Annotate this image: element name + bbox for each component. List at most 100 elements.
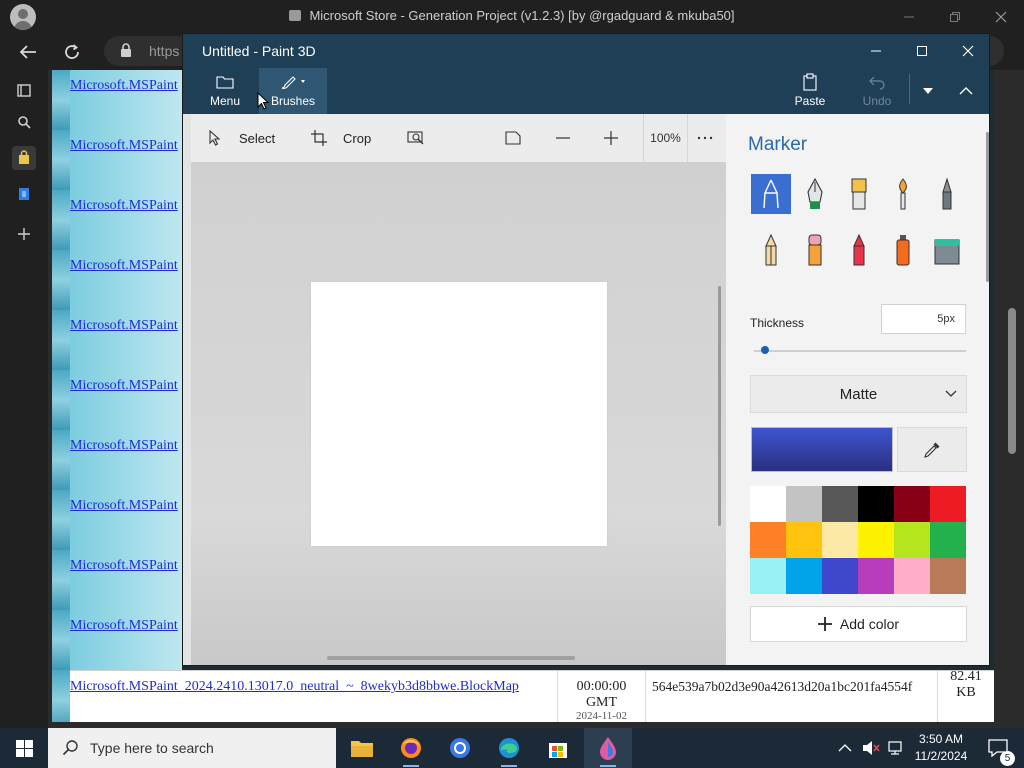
microsoft-store-icon[interactable] [534, 728, 582, 768]
filename-link[interactable]: Microsoft.MSPaint_2024.2410.13017.0_neut… [70, 679, 519, 695]
brush-panel: Marker Thickness 5px Matte Add color [726, 114, 989, 665]
refresh-icon[interactable] [58, 38, 86, 66]
pixel-pen-icon[interactable] [927, 174, 967, 214]
menu-button[interactable]: Menu [203, 68, 247, 114]
view-3d-button[interactable] [503, 114, 523, 162]
chevron-up-icon[interactable] [838, 743, 852, 753]
file-link[interactable]: Microsoft.MSPaint [70, 310, 182, 370]
color-swatch[interactable] [894, 558, 930, 594]
page-scrollbar[interactable] [1000, 70, 1024, 722]
current-color-swatch[interactable] [751, 427, 893, 472]
thickness-slider-knob[interactable] [761, 346, 769, 354]
collapse-ribbon-icon[interactable] [951, 68, 981, 114]
file-explorer-icon[interactable] [338, 728, 386, 768]
office-icon[interactable] [12, 182, 36, 206]
file-link[interactable]: Microsoft.MSPaint [70, 550, 182, 610]
oil-brush-icon[interactable] [839, 174, 879, 214]
color-swatch[interactable] [930, 522, 966, 558]
taskbar-search-box[interactable]: Type here to search [48, 728, 336, 768]
browser-restore-button[interactable] [932, 0, 978, 33]
file-link[interactable]: Microsoft.MSPaint [70, 610, 182, 670]
eraser-icon[interactable] [795, 230, 835, 270]
color-swatch[interactable] [894, 486, 930, 522]
canvas-workspace[interactable] [191, 162, 726, 665]
page-scrollbar-thumb[interactable] [1008, 308, 1016, 454]
address-text: https [149, 43, 180, 59]
undo-button[interactable]: Undo [855, 68, 899, 114]
color-swatch[interactable] [822, 522, 858, 558]
file-link[interactable]: Microsoft.MSPaint [70, 490, 182, 550]
firefox-icon[interactable] [387, 728, 435, 768]
back-arrow-icon[interactable] [14, 38, 42, 66]
fill-bucket-icon[interactable] [927, 230, 967, 270]
select-button[interactable]: Select [205, 114, 275, 162]
color-swatch[interactable] [930, 558, 966, 594]
volume-muted-icon[interactable] [862, 740, 880, 756]
size-unit: KB [956, 685, 976, 700]
search-icon[interactable] [12, 110, 36, 134]
file-link[interactable]: Microsoft.MSPaint [70, 430, 182, 490]
watercolor-icon[interactable] [883, 174, 923, 214]
edge-icon[interactable] [485, 728, 533, 768]
start-button[interactable] [0, 728, 48, 768]
panel-scrollbar[interactable] [986, 132, 989, 282]
color-swatch[interactable] [822, 558, 858, 594]
color-swatch[interactable] [930, 486, 966, 522]
brushes-tab[interactable]: Brushes [259, 68, 327, 114]
canvas-vertical-scrollbar[interactable] [718, 286, 721, 526]
thickness-input[interactable]: 5px [881, 304, 966, 334]
finish-value: Matte [839, 386, 878, 403]
color-swatch[interactable] [822, 486, 858, 522]
color-swatch[interactable] [750, 558, 786, 594]
paint-minimize-button[interactable] [853, 34, 899, 68]
color-swatch[interactable] [750, 522, 786, 558]
paint-close-button[interactable] [945, 34, 989, 68]
zoom-level[interactable]: 100% [643, 114, 688, 162]
more-options-icon[interactable] [697, 114, 713, 162]
color-swatch[interactable] [858, 486, 894, 522]
pencil-icon[interactable] [751, 230, 791, 270]
network-icon[interactable] [888, 740, 906, 756]
finish-dropdown[interactable]: Matte [750, 375, 967, 413]
taskbar-clock[interactable]: 3:50 AM 11/2/2024 [905, 731, 977, 765]
magic-select-button[interactable] [406, 114, 426, 162]
color-swatch[interactable] [786, 486, 822, 522]
drawing-canvas[interactable] [311, 282, 607, 546]
chrome-icon[interactable] [436, 728, 484, 768]
file-link[interactable]: Microsoft.MSPaint [70, 70, 182, 130]
browser-minimize-button[interactable] [886, 0, 932, 33]
paint3d-taskbar-icon[interactable] [584, 728, 632, 768]
paste-button[interactable]: Paste [788, 68, 832, 114]
color-swatch[interactable] [750, 486, 786, 522]
color-swatch[interactable] [858, 558, 894, 594]
notifications-button[interactable]: 5 [980, 728, 1016, 768]
marker-brush-icon[interactable] [751, 174, 791, 214]
shopping-icon[interactable] [12, 146, 36, 170]
calligraphy-pen-icon[interactable] [795, 174, 835, 214]
file-link[interactable]: Microsoft.MSPaint [70, 130, 182, 190]
next-date-text: 2024-11-02 [576, 711, 627, 719]
file-link[interactable]: Microsoft.MSPaint [70, 370, 182, 430]
paint-maximize-button[interactable] [899, 34, 945, 68]
color-swatch[interactable] [786, 522, 822, 558]
crop-button[interactable]: Crop [309, 114, 371, 162]
add-sidebar-icon[interactable] [12, 222, 36, 246]
color-swatch[interactable] [894, 522, 930, 558]
canvas-horizontal-scrollbar[interactable] [327, 656, 575, 660]
browser-close-button[interactable] [978, 0, 1024, 33]
time-text: 00:00:00 [576, 679, 627, 694]
color-swatch[interactable] [786, 558, 822, 594]
zoom-out-button[interactable] [553, 114, 573, 162]
tab-actions-icon[interactable] [12, 78, 36, 102]
crayon-icon[interactable] [839, 230, 879, 270]
eyedropper-button[interactable] [897, 427, 967, 472]
filename-cell: Microsoft.MSPaint_2024.2410.13017.0_neut… [70, 671, 558, 722]
spray-can-icon[interactable] [883, 230, 923, 270]
zoom-in-button[interactable] [601, 114, 621, 162]
file-link[interactable]: Microsoft.MSPaint [70, 250, 182, 310]
history-dropdown-icon[interactable] [913, 68, 943, 114]
thickness-slider[interactable] [754, 346, 966, 354]
color-swatch[interactable] [858, 522, 894, 558]
add-color-button[interactable]: Add color [750, 606, 967, 642]
file-link[interactable]: Microsoft.MSPaint [70, 190, 182, 250]
